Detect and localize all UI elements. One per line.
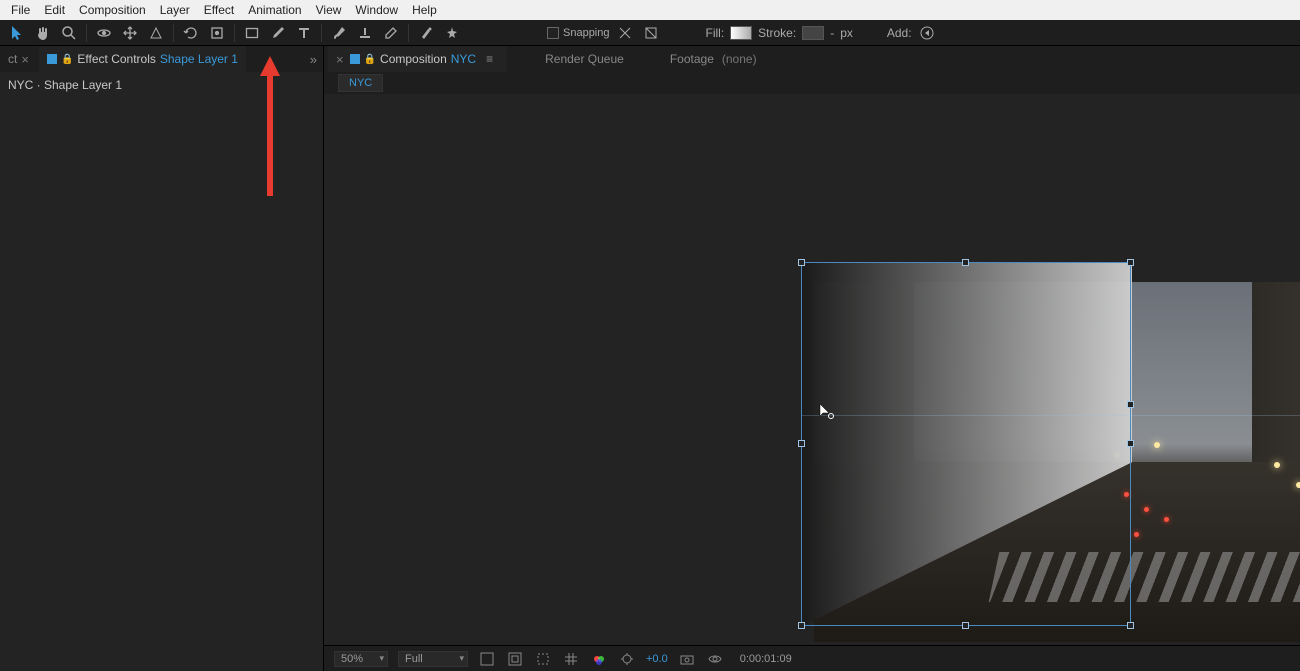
- anchor-point[interactable]: [1127, 401, 1134, 408]
- resolution-dropdown[interactable]: Full: [398, 651, 468, 667]
- tab-composition[interactable]: × 🔒 Composition NYC ≡: [328, 46, 507, 72]
- snapping-checkbox[interactable]: [547, 27, 559, 39]
- tab-render-queue[interactable]: Render Queue: [537, 46, 632, 72]
- toggle-transparency-icon[interactable]: [478, 650, 496, 668]
- handle-bot-mid[interactable]: [962, 622, 969, 629]
- menu-bar: File Edit Composition Layer Effect Anima…: [0, 0, 1300, 20]
- handle-bot-right[interactable]: [1127, 622, 1134, 629]
- toggle-mask-icon[interactable]: [506, 650, 524, 668]
- composition-label: Composition: [380, 52, 447, 66]
- selection-bounding-box[interactable]: [801, 262, 1131, 626]
- menu-view[interactable]: View: [309, 3, 349, 17]
- handle-mid-right[interactable]: [1127, 440, 1134, 447]
- composition-viewer[interactable]: [324, 94, 1300, 645]
- menu-composition[interactable]: Composition: [72, 3, 153, 17]
- zoom-dropdown[interactable]: 50%: [334, 651, 388, 667]
- overflow-icon[interactable]: »: [310, 52, 317, 67]
- comp-chip[interactable]: NYC: [338, 74, 383, 92]
- clone-stamp-tool-icon[interactable]: [354, 22, 376, 44]
- exposure-reset-icon[interactable]: [618, 650, 636, 668]
- render-queue-label: Render Queue: [545, 52, 624, 66]
- effect-controls-panel: ct × 🔒 Effect Controls Shape Layer 1 » N…: [0, 46, 324, 671]
- composition-name[interactable]: NYC: [451, 52, 476, 66]
- breadcrumb: NYC · Shape Layer 1: [8, 78, 122, 92]
- tab-prev[interactable]: ct ×: [0, 46, 39, 72]
- stroke-swatch[interactable]: [802, 26, 824, 40]
- comp-indicator-icon: [47, 54, 57, 64]
- eraser-tool-icon[interactable]: [380, 22, 402, 44]
- handle-mid-left[interactable]: [798, 440, 805, 447]
- snapshot-icon[interactable]: [678, 650, 696, 668]
- add-menu-icon[interactable]: [916, 22, 938, 44]
- brush-tool-icon[interactable]: [328, 22, 350, 44]
- camera-tool-icon[interactable]: [145, 22, 167, 44]
- pan-behind-tool-icon[interactable]: [119, 22, 141, 44]
- puppet-tool-icon[interactable]: [441, 22, 463, 44]
- tab-prev-label: ct: [8, 52, 17, 66]
- snap-option2-icon[interactable]: [640, 22, 662, 44]
- menu-layer[interactable]: Layer: [153, 3, 197, 17]
- rectangle-tool-icon[interactable]: [241, 22, 263, 44]
- text-tool-icon[interactable]: [293, 22, 315, 44]
- handle-top-left[interactable]: [798, 259, 805, 266]
- fill-label: Fill:: [706, 26, 725, 40]
- footage-value: (none): [722, 52, 757, 66]
- channel-icon[interactable]: [590, 650, 608, 668]
- comp-indicator-icon: [350, 54, 360, 64]
- viewer-footer: 50% Full +0.0 0:00:01:09: [324, 645, 1300, 671]
- panel-menu-icon[interactable]: ≡: [480, 52, 499, 66]
- handle-top-right[interactable]: [1127, 259, 1134, 266]
- orbit-tool-icon[interactable]: [93, 22, 115, 44]
- grid-icon[interactable]: [562, 650, 580, 668]
- effect-controls-label: Effect Controls: [77, 52, 155, 66]
- stroke-unit-label: px: [840, 26, 853, 40]
- tab-footage[interactable]: Footage (none): [662, 46, 765, 72]
- lock-icon[interactable]: 🔒: [364, 54, 376, 65]
- handle-top-mid[interactable]: [962, 259, 969, 266]
- zoom-tool-icon[interactable]: [58, 22, 80, 44]
- menu-effect[interactable]: Effect: [197, 3, 241, 17]
- anchor-tool-icon[interactable]: [206, 22, 228, 44]
- layer-link[interactable]: Shape Layer 1: [160, 52, 238, 66]
- region-of-interest-icon[interactable]: [534, 650, 552, 668]
- stroke-label: Stroke:: [758, 26, 796, 40]
- lock-icon[interactable]: 🔒: [61, 54, 73, 65]
- menu-help[interactable]: Help: [405, 3, 444, 17]
- timecode[interactable]: 0:00:01:09: [740, 653, 792, 665]
- tab-effect-controls[interactable]: 🔒 Effect Controls Shape Layer 1: [39, 46, 246, 72]
- snapping-label: Snapping: [563, 27, 610, 39]
- menu-edit[interactable]: Edit: [37, 3, 72, 17]
- fill-swatch[interactable]: [730, 26, 752, 40]
- menu-file[interactable]: File: [4, 3, 37, 17]
- hand-tool-icon[interactable]: [32, 22, 54, 44]
- exposure-value[interactable]: +0.0: [646, 653, 668, 665]
- pen-tool-icon[interactable]: [267, 22, 289, 44]
- toolbar: Snapping Fill: Stroke: - px Add:: [0, 20, 1300, 46]
- rotate-tool-icon[interactable]: [180, 22, 202, 44]
- roto-brush-tool-icon[interactable]: [415, 22, 437, 44]
- menu-window[interactable]: Window: [348, 3, 405, 17]
- footage-label: Footage: [670, 52, 714, 66]
- show-snapshot-icon[interactable]: [706, 650, 724, 668]
- add-label: Add:: [887, 26, 912, 40]
- close-icon[interactable]: ×: [336, 52, 344, 67]
- snap-option1-icon[interactable]: [614, 22, 636, 44]
- selection-tool-icon[interactable]: [6, 22, 28, 44]
- stroke-width-value[interactable]: -: [830, 26, 834, 40]
- handle-bot-left[interactable]: [798, 622, 805, 629]
- menu-animation[interactable]: Animation: [241, 3, 308, 17]
- close-icon[interactable]: ×: [21, 52, 29, 67]
- composition-panel: × 🔒 Composition NYC ≡ Render Queue Foota…: [324, 46, 1300, 671]
